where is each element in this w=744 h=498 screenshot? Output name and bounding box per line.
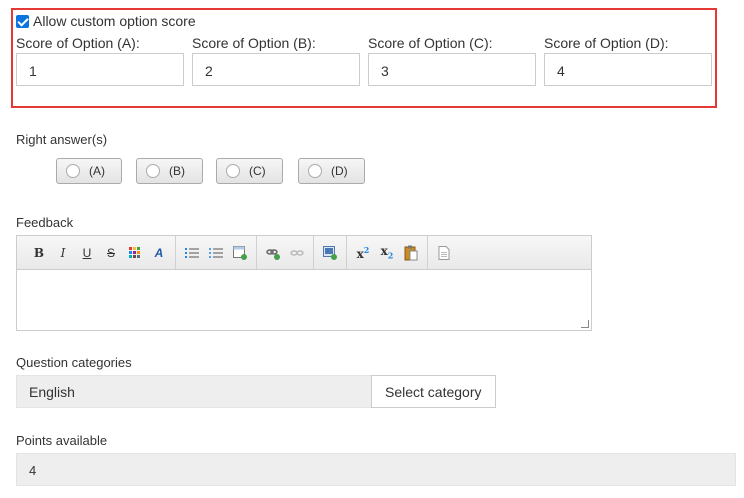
text-color-icon[interactable] [123,242,147,264]
custom-score-toggle[interactable]: Allow custom option score [16,13,196,29]
editor-toolbar: B I U S A x2 x2 [17,236,591,270]
score-d-input[interactable]: 4 [544,53,712,86]
subscript-icon[interactable]: x2 [375,242,399,264]
custom-score-label: Allow custom option score [33,13,196,29]
points-field: 4 [16,453,736,486]
answer-d-button[interactable]: (D) [298,158,365,184]
unlink-icon[interactable] [285,242,309,264]
feedback-editor: B I U S A x2 x2 [16,235,592,331]
italic-icon[interactable]: I [51,242,75,264]
score-a-label: Score of Option (A): [16,35,140,51]
radio-circle-icon [226,164,240,178]
font-style-icon[interactable]: A [147,242,171,264]
answer-c-button[interactable]: (C) [216,158,283,184]
numbered-list-icon[interactable] [180,242,204,264]
answer-a-label: (A) [89,164,105,178]
underline-icon[interactable]: U [75,242,99,264]
score-b-input[interactable]: 2 [192,53,360,86]
answer-c-label: (C) [249,164,266,178]
document-icon[interactable] [432,242,456,264]
right-answers-label: Right answer(s) [16,132,108,147]
score-c-input[interactable]: 3 [368,53,536,86]
resize-handle-icon[interactable] [581,320,589,328]
radio-circle-icon [308,164,322,178]
paste-icon[interactable] [399,242,423,264]
insert-link-icon[interactable] [261,242,285,264]
custom-score-checkbox[interactable] [16,14,29,28]
answer-a-button[interactable]: (A) [56,158,122,184]
insert-table-icon[interactable] [228,242,252,264]
insert-image-icon[interactable] [318,242,342,264]
bold-icon[interactable]: B [27,242,51,264]
feedback-label: Feedback [16,215,74,230]
score-c-label: Score of Option (C): [368,35,493,51]
answer-b-button[interactable]: (B) [136,158,203,184]
answer-b-label: (B) [169,164,185,178]
superscript-icon[interactable]: x2 [351,242,375,264]
points-available-label: Points available [16,433,108,448]
question-categories-label: Question categories [16,355,132,370]
answer-d-label: (D) [331,164,348,178]
score-a-input[interactable]: 1 [16,53,184,86]
radio-circle-icon [66,164,80,178]
bullet-list-icon[interactable] [204,242,228,264]
score-b-label: Score of Option (B): [192,35,316,51]
score-d-label: Score of Option (D): [544,35,669,51]
radio-circle-icon [146,164,160,178]
select-category-button[interactable]: Select category [371,375,496,408]
strikethrough-icon[interactable]: S [99,242,123,264]
category-field: English [16,375,372,408]
feedback-textarea[interactable] [17,270,591,330]
